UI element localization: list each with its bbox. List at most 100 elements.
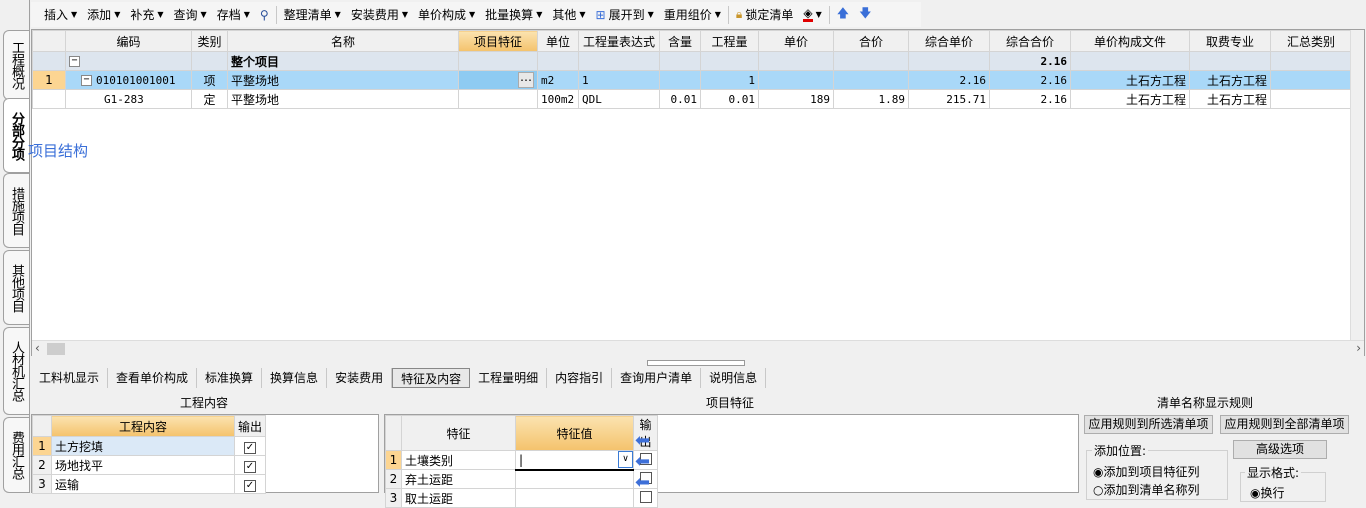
tab-5[interactable]: 特征及内容 [392, 368, 471, 388]
sidebar-tab-overview[interactable]: 工程概况 [3, 30, 29, 100]
cell[interactable] [458, 89, 538, 109]
work-content-row[interactable]: 2 场地找平 ✓ [32, 455, 266, 475]
output-checkbox[interactable]: ✓ [234, 474, 266, 494]
feature-value-input[interactable] [515, 488, 634, 508]
tab-1[interactable]: 查看单价构成 [108, 368, 198, 388]
tab-4[interactable]: 安装费用 [327, 368, 393, 388]
column-header[interactable]: 编码 [65, 30, 192, 52]
tab-2[interactable]: 标准换算 [197, 368, 263, 388]
tab-6[interactable]: 工程量明细 [470, 368, 548, 388]
output-checkbox[interactable]: ✓ [234, 436, 266, 456]
add-button[interactable]: 添加 ▼ [82, 4, 125, 26]
cell[interactable] [659, 70, 701, 90]
cell[interactable]: 平整场地 [227, 70, 459, 90]
cell[interactable]: 土石方工程 [1070, 89, 1190, 109]
table-row[interactable]: 1 −010101001001 项平整场地 ⋯ m2 1 1 2.16 2.16 土石方工程 土石方… [32, 70, 1352, 90]
work-content-name[interactable]: 场地找平 [51, 455, 235, 475]
cell[interactable]: 土石方工程 [1189, 70, 1271, 90]
archive-button[interactable]: 存档 ▼ [212, 4, 255, 26]
tab-9[interactable]: 说明信息 [701, 368, 767, 388]
cell[interactable]: −010101001001 [65, 70, 192, 90]
feature-name[interactable]: 取土运距 [401, 488, 516, 508]
binoculars-icon[interactable]: ⚲ [255, 4, 274, 26]
cell[interactable]: 1 [700, 70, 759, 90]
cell[interactable] [32, 89, 66, 109]
column-header[interactable]: 项目特征 [458, 30, 538, 52]
table-row[interactable]: G1-283 定平整场地 100m2 QDL 0.01 0.01 189 1.89 215.71… [32, 89, 1352, 109]
scroll-right-icon[interactable]: › [1356, 341, 1361, 355]
organize-list-button[interactable]: 整理清单 ▼ [279, 4, 346, 26]
cell[interactable]: G1-283 [65, 89, 192, 109]
column-header[interactable]: 工程量表达式 [578, 30, 660, 52]
cell[interactable]: 土石方工程 [1070, 70, 1190, 90]
column-header[interactable] [32, 30, 66, 52]
unit-price-button[interactable]: 单价构成 ▼ [413, 4, 480, 26]
scroll-thumb[interactable] [47, 343, 65, 355]
cell[interactable] [537, 51, 579, 71]
col-header[interactable]: 特征 [401, 415, 516, 451]
cell[interactable]: 0.01 [659, 89, 701, 109]
feature-name[interactable]: 弃土运距 [401, 469, 516, 489]
sidebar-tab-other[interactable]: 其他项目 [3, 250, 29, 325]
col-header[interactable]: 特征值 [515, 415, 634, 451]
column-header[interactable]: 名称 [227, 30, 459, 52]
cell[interactable] [1270, 51, 1352, 71]
apply-all-button[interactable]: 应用规则到全部清单项 [1220, 415, 1349, 434]
cell[interactable] [700, 51, 759, 71]
advanced-options-button[interactable]: 高级选项 [1233, 440, 1327, 459]
collapse-icon[interactable]: − [69, 56, 80, 67]
tab-7[interactable]: 内容指引 [547, 368, 613, 388]
cell[interactable]: 2.16 [989, 51, 1071, 71]
collapse-icon[interactable]: − [81, 75, 92, 86]
column-header[interactable]: 综合单价 [908, 30, 990, 52]
work-content-name[interactable]: 土方挖填 [51, 436, 235, 456]
cell[interactable] [908, 51, 990, 71]
expand-to-button[interactable]: ⊞ 展开到 ▼ [591, 4, 659, 26]
cell[interactable]: − [65, 51, 192, 71]
radio-add-to-feature[interactable]: ◉添加到项目特征列 [1093, 463, 1200, 480]
radio-add-to-name[interactable]: ○添加到清单名称列 [1093, 481, 1200, 498]
cell[interactable] [659, 51, 701, 71]
dropdown-chevron-icon[interactable]: ∨ [618, 451, 633, 468]
column-header[interactable]: 类别 [191, 30, 228, 52]
feature-row[interactable]: 3 取土运距 [385, 488, 658, 508]
insert-button[interactable]: 插入 ▼ [39, 4, 82, 26]
cell[interactable]: 2.16 [908, 70, 990, 90]
sidebar-tab-measures[interactable]: 措施项目 [3, 173, 29, 248]
tab-8[interactable]: 查询用户清单 [612, 368, 702, 388]
column-header[interactable]: 取费专业 [1189, 30, 1271, 52]
feature-row[interactable]: 1 土壤类别 | ∨ [385, 450, 658, 471]
cell[interactable] [758, 51, 834, 71]
cell[interactable]: 平整场地 [227, 89, 459, 109]
supplement-button[interactable]: 补充 ▼ [125, 4, 168, 26]
cell[interactable] [32, 51, 66, 71]
cell[interactable]: 2.16 [989, 89, 1071, 109]
cell[interactable] [1189, 51, 1271, 71]
cell[interactable]: 100m2 [537, 89, 579, 109]
cell[interactable] [1070, 51, 1190, 71]
fill-color-button[interactable]: ◈ ▼ [798, 4, 826, 26]
table-row[interactable]: − 整个项目 2.16 [32, 51, 1352, 71]
horizontal-scrollbar[interactable]: ‹ › [32, 340, 1364, 356]
cell[interactable] [758, 70, 834, 90]
work-content-row[interactable]: 3 运输 ✓ [32, 474, 266, 494]
cell[interactable]: QDL [578, 89, 660, 109]
query-button[interactable]: 查询 ▼ [169, 4, 212, 26]
feature-row[interactable]: 2 弃土运距 [385, 469, 658, 489]
tab-3[interactable]: 换算信息 [262, 368, 328, 388]
feature-name[interactable]: 土壤类别 [401, 450, 516, 470]
tab-0[interactable]: 工料机显示 [31, 368, 109, 388]
cell[interactable]: 2.16 [989, 70, 1071, 90]
move-down-icon[interactable]: 🡇 [854, 4, 876, 26]
cell[interactable]: 0.01 [700, 89, 759, 109]
output-checkbox[interactable]: ✓ [234, 455, 266, 475]
cell[interactable]: 215.71 [908, 89, 990, 109]
vertical-scrollbar[interactable] [1350, 30, 1364, 340]
column-header[interactable]: 单价构成文件 [1070, 30, 1190, 52]
cell[interactable]: 1 [578, 70, 660, 90]
col-header[interactable]: 输出 [234, 415, 266, 437]
cell[interactable]: 1 [32, 70, 66, 90]
reuse-price-button[interactable]: 重用组价 ▼ [659, 4, 726, 26]
lock-list-button[interactable]: 🔒︎ 锁定清单 [731, 4, 798, 26]
work-content-row[interactable]: 1 土方挖填 ✓ [32, 436, 266, 456]
